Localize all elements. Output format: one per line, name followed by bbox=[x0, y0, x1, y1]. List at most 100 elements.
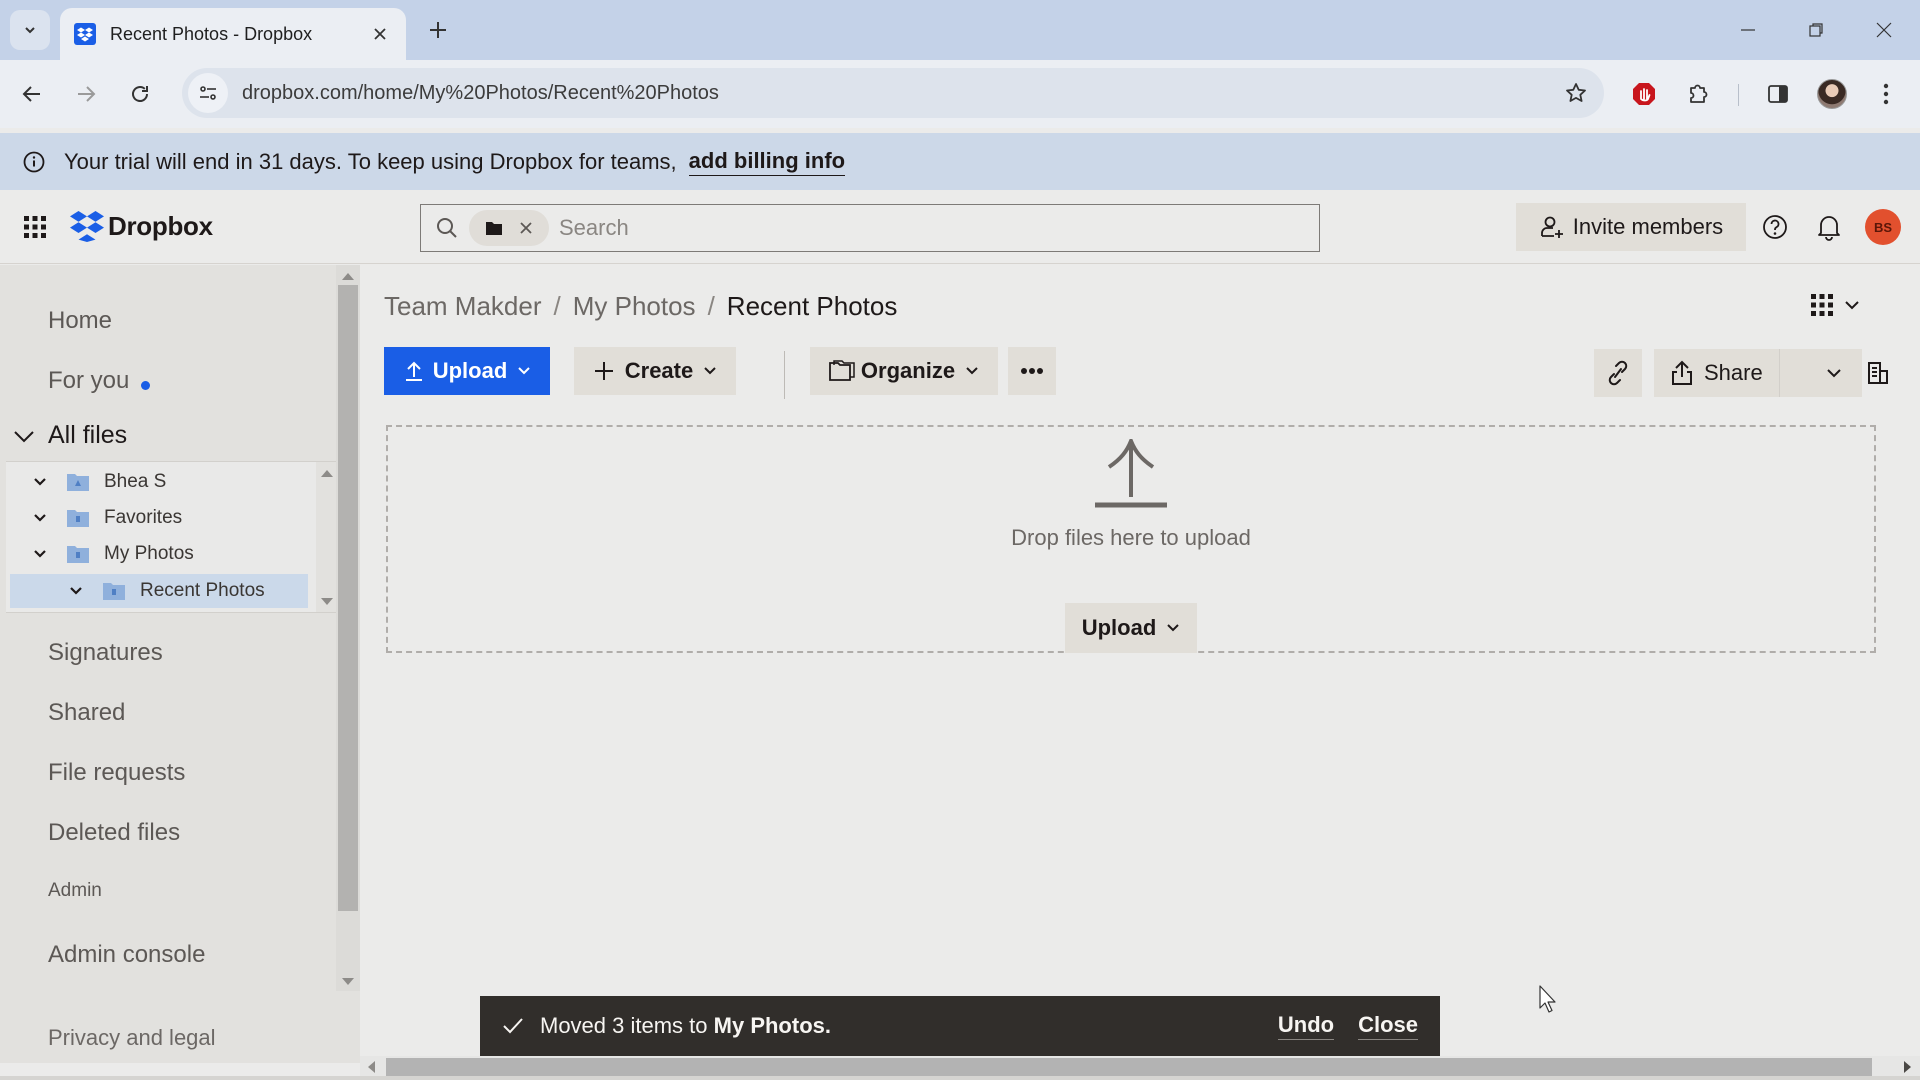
chevron-down-icon[interactable] bbox=[64, 586, 88, 596]
scroll-right-arrow[interactable] bbox=[1904, 1061, 1911, 1073]
sidebar-item-for-you[interactable]: For you bbox=[48, 367, 151, 395]
folder-icon bbox=[67, 510, 89, 527]
browser-tab-active[interactable]: Recent Photos - Dropbox bbox=[60, 8, 406, 60]
sidebar-item-label: For you bbox=[48, 367, 130, 394]
upload-label: Upload bbox=[432, 358, 508, 383]
organize-button[interactable]: Organize bbox=[810, 347, 998, 395]
chevron-down-icon[interactable] bbox=[28, 513, 52, 523]
copy-link-button[interactable] bbox=[1594, 349, 1642, 397]
search-input[interactable] bbox=[559, 208, 1319, 248]
tab-search-button[interactable] bbox=[10, 10, 50, 50]
adblock-extension-button[interactable] bbox=[1622, 72, 1666, 116]
toast-message: Moved 3 items to My Photos. bbox=[540, 1013, 1254, 1039]
upload-drop-zone[interactable]: Drop files here to upload Upload bbox=[386, 425, 1876, 653]
search-bar[interactable] bbox=[420, 204, 1320, 252]
privacy-and-legal-link[interactable]: Privacy and legal bbox=[48, 1025, 216, 1051]
trial-message: Your trial will end in 31 days. To keep … bbox=[64, 148, 677, 174]
view-mode-toggle[interactable] bbox=[1810, 293, 1860, 317]
help-icon bbox=[1763, 215, 1787, 239]
folder-scope-chip[interactable] bbox=[469, 210, 549, 246]
tab-title: Recent Photos - Dropbox bbox=[110, 23, 313, 44]
chevron-down-icon[interactable] bbox=[28, 549, 52, 559]
toolbar-divider bbox=[1738, 84, 1739, 106]
forward-arrow-icon bbox=[78, 86, 96, 102]
chevron-down-icon bbox=[14, 430, 34, 442]
chevron-down-icon bbox=[1167, 624, 1179, 632]
bell-icon bbox=[1818, 216, 1840, 241]
toolbar-divider bbox=[784, 351, 785, 399]
scroll-up-arrow[interactable] bbox=[321, 470, 333, 477]
create-button[interactable]: Create bbox=[574, 347, 736, 395]
tree-item-favorites[interactable]: Favorites bbox=[28, 501, 182, 535]
chevron-down-icon[interactable] bbox=[28, 477, 52, 487]
address-bar[interactable]: dropbox.com/home/My%20Photos/Recent%20Ph… bbox=[182, 68, 1604, 118]
breadcrumb-team-makder[interactable]: Team Makder bbox=[384, 291, 542, 322]
extensions-button[interactable] bbox=[1676, 72, 1720, 116]
user-avatar[interactable]: BS bbox=[1865, 209, 1901, 245]
profile-button[interactable] bbox=[1810, 72, 1854, 116]
bookmark-button[interactable] bbox=[1554, 71, 1598, 115]
add-billing-info-link[interactable]: add billing info bbox=[688, 148, 846, 176]
undo-button[interactable]: Undo bbox=[1277, 1012, 1335, 1040]
grid-view-icon bbox=[1811, 294, 1833, 316]
chevron-down-icon bbox=[1845, 301, 1859, 310]
sidebar-item-all-files[interactable]: All files bbox=[12, 421, 127, 450]
sidebar-item-deleted-files[interactable]: Deleted files bbox=[48, 819, 180, 847]
new-tab-button[interactable] bbox=[422, 14, 454, 46]
app-grid-icon[interactable] bbox=[22, 214, 48, 240]
tree-item-bhea-s[interactable]: Bhea S bbox=[28, 465, 166, 499]
logo-text: Dropbox bbox=[108, 210, 213, 241]
close-toast-button[interactable]: Close bbox=[1358, 1012, 1418, 1040]
upload-button[interactable]: Upload bbox=[384, 347, 550, 395]
sidebar-item-file-requests[interactable]: File requests bbox=[48, 759, 185, 787]
site-info-button[interactable] bbox=[188, 73, 228, 113]
scrollbar-thumb[interactable] bbox=[338, 285, 358, 911]
scroll-down-arrow[interactable] bbox=[321, 598, 333, 605]
side-panel-button[interactable] bbox=[1756, 72, 1800, 116]
more-actions-button[interactable] bbox=[1008, 347, 1056, 395]
restore-button[interactable] bbox=[1794, 10, 1838, 50]
close-icon bbox=[1876, 22, 1892, 38]
close-window-button[interactable] bbox=[1862, 10, 1906, 50]
dropzone-upload-button[interactable]: Upload bbox=[1065, 603, 1197, 653]
breadcrumb-my-photos[interactable]: My Photos bbox=[573, 291, 696, 322]
chevron-down-icon bbox=[518, 367, 530, 375]
scroll-up-arrow[interactable] bbox=[342, 273, 354, 280]
scrollbar-thumb[interactable] bbox=[386, 1058, 1872, 1076]
breadcrumb-separator: / bbox=[707, 291, 715, 321]
close-tab-button[interactable] bbox=[368, 22, 392, 46]
scroll-left-arrow[interactable] bbox=[368, 1061, 375, 1073]
tree-item-recent-photos[interactable]: Recent Photos bbox=[10, 574, 308, 608]
sidebar-scrollbar[interactable] bbox=[336, 265, 360, 991]
sidebar-item-admin-console[interactable]: Admin console bbox=[48, 941, 205, 969]
remove-scope-icon[interactable] bbox=[519, 221, 533, 235]
all-files-label: All files bbox=[48, 421, 128, 449]
sidebar-item-signatures[interactable]: Signatures bbox=[48, 639, 163, 667]
chevron-down-icon bbox=[25, 27, 35, 34]
scroll-down-arrow[interactable] bbox=[342, 978, 354, 985]
share-button[interactable]: Share bbox=[1654, 349, 1780, 397]
add-person-icon bbox=[1540, 216, 1563, 238]
minimize-button[interactable] bbox=[1726, 10, 1770, 50]
browser-toolbar: dropbox.com/home/My%20Photos/Recent%20Ph… bbox=[0, 60, 1920, 128]
search-icon bbox=[437, 218, 457, 238]
forward-button[interactable] bbox=[64, 72, 108, 116]
organize-label: Organize bbox=[860, 358, 956, 383]
tree-scrollbar[interactable] bbox=[316, 462, 338, 612]
url-text[interactable]: dropbox.com/home/My%20Photos/Recent%20Ph… bbox=[242, 82, 1554, 105]
tree-item-my-photos[interactable]: My Photos bbox=[28, 537, 194, 571]
unread-dot bbox=[141, 381, 151, 390]
details-panel-button[interactable] bbox=[1854, 349, 1902, 397]
help-button[interactable] bbox=[1758, 210, 1792, 244]
horizontal-scrollbar[interactable] bbox=[360, 1056, 1920, 1078]
dropbox-logo[interactable]: Dropbox bbox=[70, 210, 213, 242]
adblock-icon bbox=[1633, 83, 1655, 105]
browser-menu-button[interactable] bbox=[1864, 72, 1908, 116]
sidebar-item-shared[interactable]: Shared bbox=[48, 699, 125, 727]
reload-button[interactable] bbox=[118, 72, 162, 116]
notifications-button[interactable] bbox=[1812, 210, 1846, 244]
invite-members-button[interactable]: Invite members bbox=[1516, 203, 1746, 251]
back-button[interactable] bbox=[10, 72, 54, 116]
action-toolbar: Upload Create Organize Share bbox=[384, 347, 1904, 399]
sidebar-item-home[interactable]: Home bbox=[48, 307, 112, 335]
